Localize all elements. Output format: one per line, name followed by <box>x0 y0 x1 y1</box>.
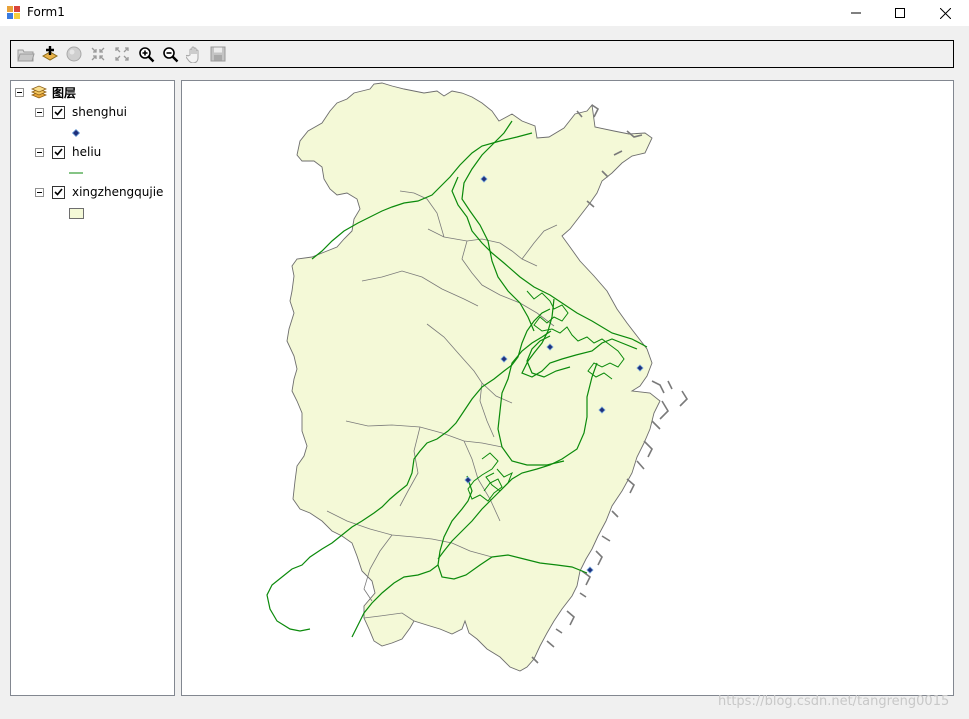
open-document-icon <box>17 49 35 62</box>
zoom-out-icon <box>162 46 178 62</box>
fixed-zoom-in-button[interactable] <box>87 43 109 65</box>
zoom-out-button[interactable] <box>159 43 181 65</box>
fixed-zoom-in-icon <box>91 47 105 61</box>
minimize-button[interactable] <box>833 0 879 26</box>
fixed-zoom-out-button[interactable] <box>111 43 133 65</box>
add-data-button[interactable] <box>39 43 61 65</box>
toc-root-label: 图层 <box>52 85 77 100</box>
collapse-toggle-icon[interactable] <box>15 87 24 97</box>
save-icon <box>210 46 226 62</box>
layer-label: shenghui <box>72 105 128 119</box>
fixed-zoom-out-icon <box>115 47 129 61</box>
collapse-toggle-icon[interactable] <box>35 187 44 197</box>
toc-root-row[interactable]: 图层 <box>15 84 76 100</box>
region-polygon <box>286 82 661 672</box>
open-document-button[interactable] <box>15 43 37 65</box>
checkmark-icon <box>54 188 63 196</box>
layer-row-shenghui[interactable]: shenghui <box>35 104 127 120</box>
watermark-text: https://blog.csdn.net/tangreng0015 <box>718 694 950 709</box>
layer-visibility-checkbox[interactable] <box>52 185 65 199</box>
checkmark-icon <box>54 108 63 116</box>
save-button[interactable] <box>207 43 229 65</box>
collapse-toggle-icon[interactable] <box>35 147 44 157</box>
layer-visibility-checkbox[interactable] <box>52 145 65 159</box>
pan-button[interactable] <box>183 43 205 65</box>
add-data-icon <box>41 46 59 61</box>
maximize-button[interactable] <box>877 0 923 26</box>
map-toolbar <box>10 40 954 68</box>
map-view[interactable] <box>181 80 954 696</box>
close-icon <box>939 7 951 19</box>
line-symbol-icon <box>69 172 83 174</box>
layer-toc-panel: 图层 shenghui heliu xingzhengqujie <box>10 80 175 696</box>
xingzhengqujie-layer <box>286 82 661 672</box>
close-button[interactable] <box>922 0 968 26</box>
layer-label: xingzhengqujie <box>72 185 164 199</box>
app-icon <box>7 6 20 19</box>
map-canvas <box>266 82 689 672</box>
layer-visibility-checkbox[interactable] <box>52 105 65 119</box>
globe-icon <box>66 46 82 62</box>
capital-point <box>586 566 594 574</box>
layer-row-heliu[interactable]: heliu <box>35 144 101 160</box>
layer-row-xingzhengqujie[interactable]: xingzhengqujie <box>35 184 163 200</box>
maximize-icon <box>895 8 905 18</box>
zoom-in-icon <box>138 46 154 62</box>
collapse-toggle-icon[interactable] <box>35 107 44 117</box>
pan-hand-icon <box>186 46 199 63</box>
globe-button[interactable] <box>63 43 85 65</box>
title-bar: Form1 <box>0 0 969 26</box>
polygon-symbol-icon <box>69 208 84 219</box>
window-title: Form1 <box>27 5 65 19</box>
layer-label: heliu <box>72 145 102 159</box>
point-symbol-icon <box>72 129 80 137</box>
zoom-in-button[interactable] <box>135 43 157 65</box>
checkmark-icon <box>54 148 63 156</box>
layers-icon <box>30 85 48 99</box>
minimize-icon <box>851 12 861 14</box>
